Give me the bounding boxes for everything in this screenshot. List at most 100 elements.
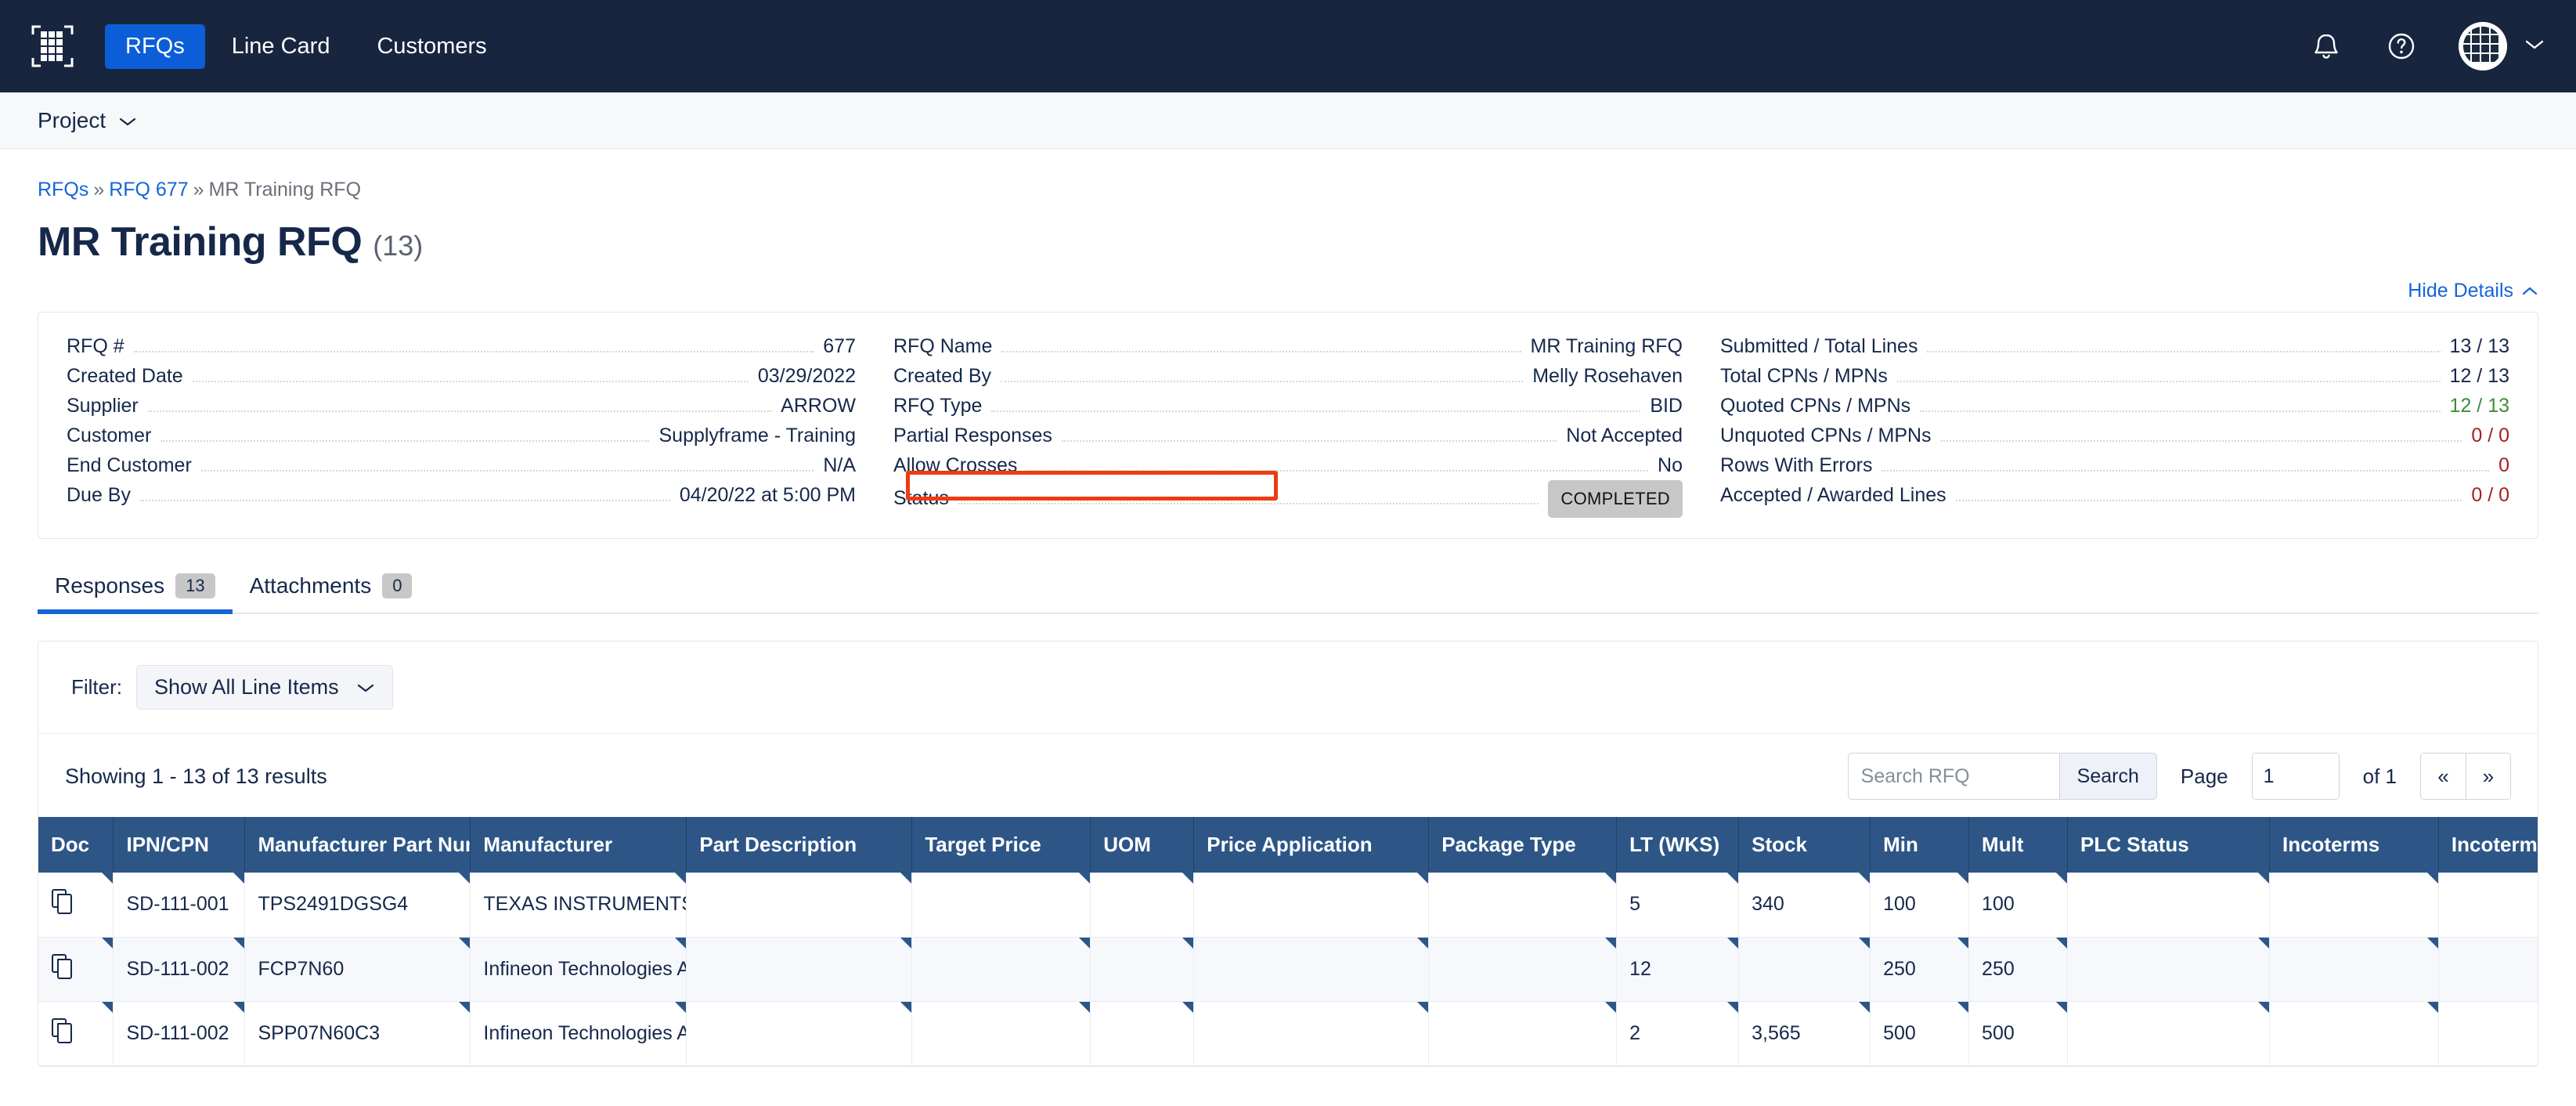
copy-document-icon[interactable] <box>51 1017 74 1050</box>
cell-package-type[interactable] <box>1428 1001 1618 1066</box>
line-items-filter-select[interactable]: Show All Line Items <box>136 665 393 710</box>
cell-ipn-cpn[interactable]: SD-111-002 <box>113 1001 246 1066</box>
column-header-stock[interactable]: Stock <box>1738 817 1871 873</box>
next-page-button[interactable]: » <box>2466 753 2511 800</box>
nav-link-customers[interactable]: Customers <box>356 24 507 69</box>
column-header-incoterms-l[interactable]: Incoterms L <box>2438 817 2538 873</box>
tab-responses-badge: 13 <box>175 573 215 598</box>
copy-document-icon[interactable] <box>51 953 74 985</box>
nav-link-line-card[interactable]: Line Card <box>211 24 351 69</box>
cell-part-description[interactable] <box>686 1001 913 1066</box>
hide-details-toggle[interactable]: Hide Details <box>2408 280 2538 302</box>
grid-logo-icon[interactable] <box>30 23 75 69</box>
table-row[interactable]: SD-111-002 FCP7N60 Infineon Technologies A… <box>38 937 2538 1002</box>
detail-leader-dots <box>1920 410 2441 412</box>
column-header-plc-status[interactable]: PLC Status <box>2067 817 2270 873</box>
cell-incoterms[interactable] <box>2269 937 2439 1002</box>
tab-responses[interactable]: Responses 13 <box>38 573 233 614</box>
cell-incoterms-l[interactable] <box>2438 873 2538 938</box>
cell-ipn-cpn[interactable]: SD-111-001 <box>113 873 246 938</box>
previous-page-button[interactable]: « <box>2420 753 2466 800</box>
cell-stock[interactable]: 3,565 <box>1738 1001 1871 1066</box>
cell-lt-wks[interactable]: 5 <box>1616 873 1740 938</box>
cell-incoterms[interactable] <box>2269 1001 2439 1066</box>
cell-uom[interactable] <box>1090 937 1195 1002</box>
cell-mpn[interactable]: FCP7N60 <box>244 937 471 1002</box>
help-circle-icon[interactable] <box>2383 28 2419 64</box>
cell-min[interactable]: 100 <box>1870 873 1970 938</box>
column-header-manufacturer[interactable]: Manufacturer <box>470 817 687 873</box>
avatar[interactable] <box>2459 22 2545 70</box>
cell-incoterms[interactable] <box>2269 873 2439 938</box>
cell-stock[interactable]: 340 <box>1738 873 1871 938</box>
cell-package-type[interactable] <box>1428 873 1618 938</box>
cell-mult[interactable]: 500 <box>1968 1001 2069 1066</box>
column-header-target-price[interactable]: Target Price <box>911 817 1091 873</box>
cell-part-description[interactable] <box>686 873 913 938</box>
cell-min[interactable]: 250 <box>1870 937 1970 1002</box>
cell-price-application[interactable] <box>1193 937 1430 1002</box>
cell-lt-wks[interactable]: 12 <box>1616 937 1740 1002</box>
project-selector[interactable]: Project <box>38 108 137 133</box>
cell-doc[interactable] <box>38 873 114 938</box>
cell-price-application[interactable] <box>1193 1001 1430 1066</box>
cell-target-price[interactable] <box>911 1001 1091 1066</box>
column-header-manufacturer-part-number[interactable]: Manufacturer Part Number <box>244 817 471 873</box>
cell-target-price[interactable] <box>911 873 1091 938</box>
column-header-min[interactable]: Min <box>1870 817 1970 873</box>
copy-document-icon[interactable] <box>51 888 74 920</box>
cell-incoterms-l[interactable] <box>2438 1001 2538 1066</box>
cell-plc-status[interactable] <box>2067 873 2270 938</box>
column-header-doc[interactable]: Doc <box>38 817 114 873</box>
cell-part-description[interactable] <box>686 937 913 1002</box>
cell-package-type[interactable] <box>1428 937 1618 1002</box>
bell-icon[interactable] <box>2308 28 2344 64</box>
pagination-controls: « » <box>2420 753 2511 800</box>
cell-manufacturer[interactable]: Infineon Technologies AG <box>470 1001 687 1066</box>
cell-doc[interactable] <box>38 937 114 1002</box>
cell-mult[interactable]: 100 <box>1968 873 2069 938</box>
search-button[interactable]: Search <box>2058 753 2157 800</box>
cell-uom[interactable] <box>1090 1001 1195 1066</box>
cell-stock[interactable] <box>1738 937 1871 1002</box>
table-row[interactable]: SD-111-001 TPS2491DGSG4 TEXAS INSTRUMENTS 5… <box>38 873 2538 938</box>
detail-leader-dots <box>1001 381 1524 382</box>
cell-price-application[interactable] <box>1193 873 1430 938</box>
cell-plc-status[interactable] <box>2067 1001 2270 1066</box>
cell-mpn[interactable]: SPP07N60C3 <box>244 1001 471 1066</box>
table-row[interactable]: SD-111-002 SPP07N60C3 Infineon Technologie… <box>38 1001 2538 1066</box>
cell-min[interactable]: 500 <box>1870 1001 1970 1066</box>
detail-row-due-by: Due By 04/20/22 at 5:00 PM <box>67 480 856 510</box>
breadcrumb-item-rfq-677[interactable]: RFQ 677 <box>109 179 188 201</box>
column-header-ipn-cpn[interactable]: IPN/CPN <box>113 817 246 873</box>
cell-lt-wks[interactable]: 2 <box>1616 1001 1740 1066</box>
cell-mult[interactable]: 250 <box>1968 937 2069 1002</box>
detail-leader-dots <box>1001 351 1521 352</box>
tab-attachments[interactable]: Attachments 0 <box>233 573 430 613</box>
column-header-part-description[interactable]: Part Description <box>686 817 913 873</box>
cell-doc[interactable] <box>38 1001 114 1066</box>
breadcrumb-item-rfqs[interactable]: RFQs <box>38 179 88 201</box>
cell-plc-status[interactable] <box>2067 937 2270 1002</box>
cell-uom[interactable] <box>1090 873 1195 938</box>
cell-ipn-cpn[interactable]: SD-111-002 <box>113 937 246 1002</box>
cell-target-price[interactable] <box>911 937 1091 1002</box>
cell-incoterms-l[interactable] <box>2438 937 2538 1002</box>
detail-row-rfq-name: RFQ Name MR Training RFQ <box>893 331 1683 361</box>
detail-label: Status <box>893 487 949 509</box>
column-header-package-type[interactable]: Package Type <box>1428 817 1618 873</box>
column-header-uom[interactable]: UOM <box>1090 817 1195 873</box>
nav-link-rfqs[interactable]: RFQs <box>105 23 205 69</box>
column-header-price-application[interactable]: Price Application <box>1193 817 1430 873</box>
column-header-lt-wks[interactable]: LT (WKS) <box>1616 817 1740 873</box>
detail-leader-dots <box>958 503 1539 504</box>
hide-details-label: Hide Details <box>2408 280 2513 302</box>
column-header-incoterms[interactable]: Incoterms <box>2269 817 2439 873</box>
chevron-down-icon <box>2524 38 2545 55</box>
column-header-mult[interactable]: Mult <box>1968 817 2069 873</box>
cell-manufacturer[interactable]: Infineon Technologies AG <box>470 937 687 1002</box>
page-number-input[interactable] <box>2251 753 2340 800</box>
search-input[interactable] <box>1847 753 2059 800</box>
cell-mpn[interactable]: TPS2491DGSG4 <box>244 873 471 938</box>
cell-manufacturer[interactable]: TEXAS INSTRUMENTS <box>470 873 687 938</box>
